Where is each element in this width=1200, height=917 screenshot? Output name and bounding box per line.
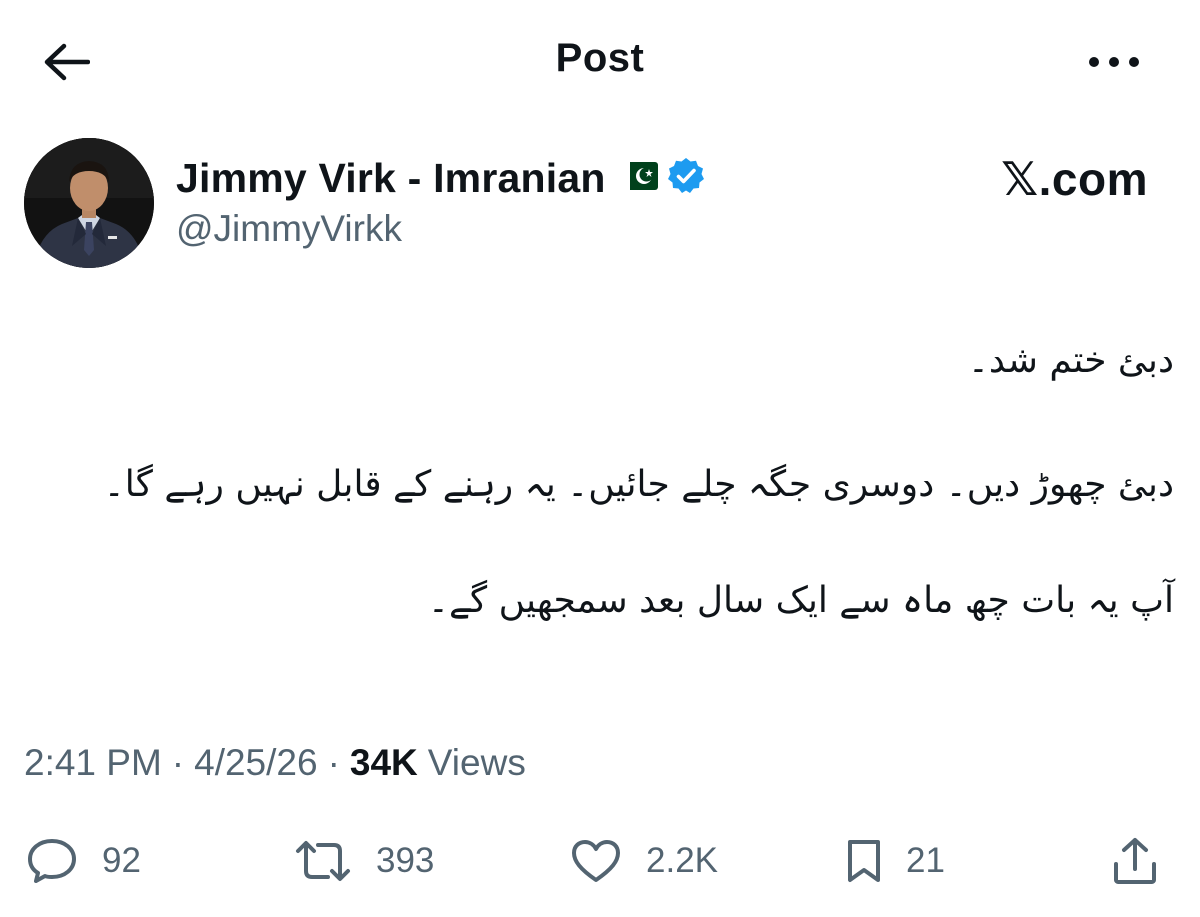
more-horizontal-icon — [1089, 57, 1139, 67]
post-time[interactable]: 2:41 PM — [24, 742, 162, 784]
share-button[interactable] — [1112, 826, 1158, 896]
like-count: 2.2K — [646, 841, 718, 880]
tweet-meta: 2:41 PM · 4/25/26 · 34K Views — [24, 742, 526, 784]
author-handle[interactable]: @JimmyVirkk — [176, 208, 402, 250]
post-date[interactable]: 4/25/26 — [194, 742, 317, 784]
reply-icon — [28, 839, 76, 883]
bookmark-count: 21 — [906, 841, 945, 880]
author-name[interactable]: Jimmy Virk - Imranian — [176, 155, 606, 202]
top-bar: Post — [0, 0, 1200, 120]
repost-icon — [296, 841, 350, 881]
more-options-button[interactable] — [1086, 48, 1142, 76]
bookmark-button[interactable]: 21 — [846, 826, 945, 896]
reply-button[interactable]: 92 — [26, 826, 141, 896]
tweet-text: دبئ ختم شد۔ دبئ چھوڑ دیں۔ دوسری جگہ چلے … — [40, 340, 1174, 640]
meta-separator: · — [171, 742, 185, 783]
tweet-line: دبئ چھوڑ دیں۔ دوسری جگہ چلے جائیں۔ یہ رہ… — [103, 464, 1174, 505]
page-title: Post — [555, 36, 645, 80]
avatar[interactable] — [24, 138, 154, 268]
meta-separator: · — [327, 742, 340, 783]
tweet-line: دبئ ختم شد۔ — [967, 340, 1174, 381]
bookmark-icon — [848, 840, 880, 882]
repost-count: 393 — [376, 841, 435, 880]
like-button[interactable]: 2.2K — [570, 826, 718, 896]
x-logo-watermark: 𝕏.com — [1001, 153, 1148, 205]
reply-count: 92 — [102, 841, 141, 880]
pakistan-flag-icon — [619, 161, 658, 195]
heart-icon — [572, 840, 620, 882]
action-bar: 92 393 2.2K 21 — [0, 826, 1200, 896]
repost-button[interactable]: 393 — [294, 826, 434, 896]
verified-badge-icon[interactable] — [666, 156, 706, 201]
share-icon — [1114, 838, 1156, 884]
views-label[interactable]: Views — [428, 742, 526, 784]
profile-photo — [24, 138, 154, 268]
tweet-line: آپ یہ بات چھ ماہ سے ایک سال بعد سمجھیں گ… — [427, 580, 1174, 621]
post-detail-screen: Post Jimmy Virk - Imranian @JimmyVirkk 𝕏… — [0, 0, 1200, 917]
views-count[interactable]: 34K — [350, 742, 418, 784]
author-name-row: Jimmy Virk - Imranian — [176, 152, 706, 204]
